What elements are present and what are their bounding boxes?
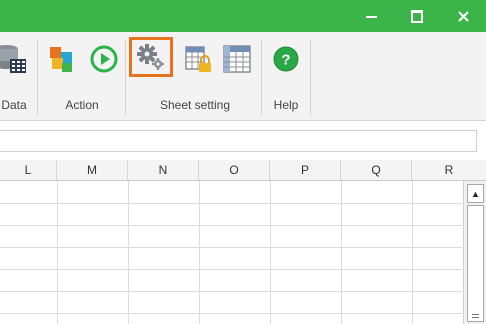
run-button[interactable]	[82, 36, 126, 82]
column-header-q[interactable]: Q	[341, 160, 412, 181]
grid-line	[0, 203, 462, 204]
grid-line	[0, 225, 462, 226]
title-bar	[0, 0, 486, 32]
grid-icon	[223, 45, 251, 73]
maximize-button[interactable]	[394, 0, 440, 32]
column-header-p[interactable]: P	[270, 160, 341, 181]
close-button[interactable]	[440, 0, 486, 32]
play-circle-icon	[90, 45, 118, 73]
grid-line	[0, 247, 462, 248]
group-label-sheet-setting: Sheet setting	[159, 98, 231, 112]
help-button[interactable]: ?	[264, 36, 308, 82]
gears-icon	[137, 44, 164, 70]
minimize-button[interactable]	[348, 0, 394, 32]
column-header-o[interactable]: O	[199, 160, 270, 181]
cubes-button[interactable]	[40, 36, 84, 82]
group-separator	[310, 40, 311, 116]
cell-grid[interactable]	[0, 181, 462, 324]
minimize-icon	[365, 16, 377, 18]
scroll-thumb[interactable]	[467, 205, 484, 322]
formula-bar[interactable]	[0, 130, 477, 152]
scroll-up-button[interactable]: ▲	[467, 184, 484, 203]
group-label-action: Action	[65, 98, 99, 112]
cubes-icon	[50, 47, 72, 72]
group-separator	[125, 40, 126, 116]
close-icon	[457, 10, 469, 22]
grip-line	[472, 317, 479, 318]
group-label-data: Data	[1, 98, 27, 112]
group-separator	[37, 40, 38, 116]
help-circle-icon: ?	[273, 46, 299, 72]
grid-button[interactable]	[215, 36, 259, 82]
grip-line	[472, 314, 479, 315]
grid-line	[0, 269, 462, 270]
column-header-n[interactable]: N	[128, 160, 199, 181]
database-button[interactable]	[0, 36, 30, 82]
column-header-m[interactable]: M	[57, 160, 128, 181]
vertical-scrollbar[interactable]: ▲	[463, 181, 486, 324]
grid-line	[0, 313, 462, 314]
column-header-r[interactable]: R	[412, 160, 486, 181]
sheet-settings-button[interactable]	[129, 37, 173, 77]
column-header-l[interactable]: L	[0, 160, 57, 181]
database-icon	[0, 45, 26, 73]
lock-sheet-button[interactable]	[175, 36, 219, 82]
svg-text:?: ?	[281, 52, 290, 69]
group-separator	[261, 40, 262, 116]
group-label-help: Help	[273, 98, 299, 112]
locked-grid-icon	[185, 46, 211, 72]
grid-line	[0, 291, 462, 292]
maximize-icon	[411, 9, 423, 23]
ribbon: Data Action Sheet setting ? Help	[0, 32, 486, 121]
